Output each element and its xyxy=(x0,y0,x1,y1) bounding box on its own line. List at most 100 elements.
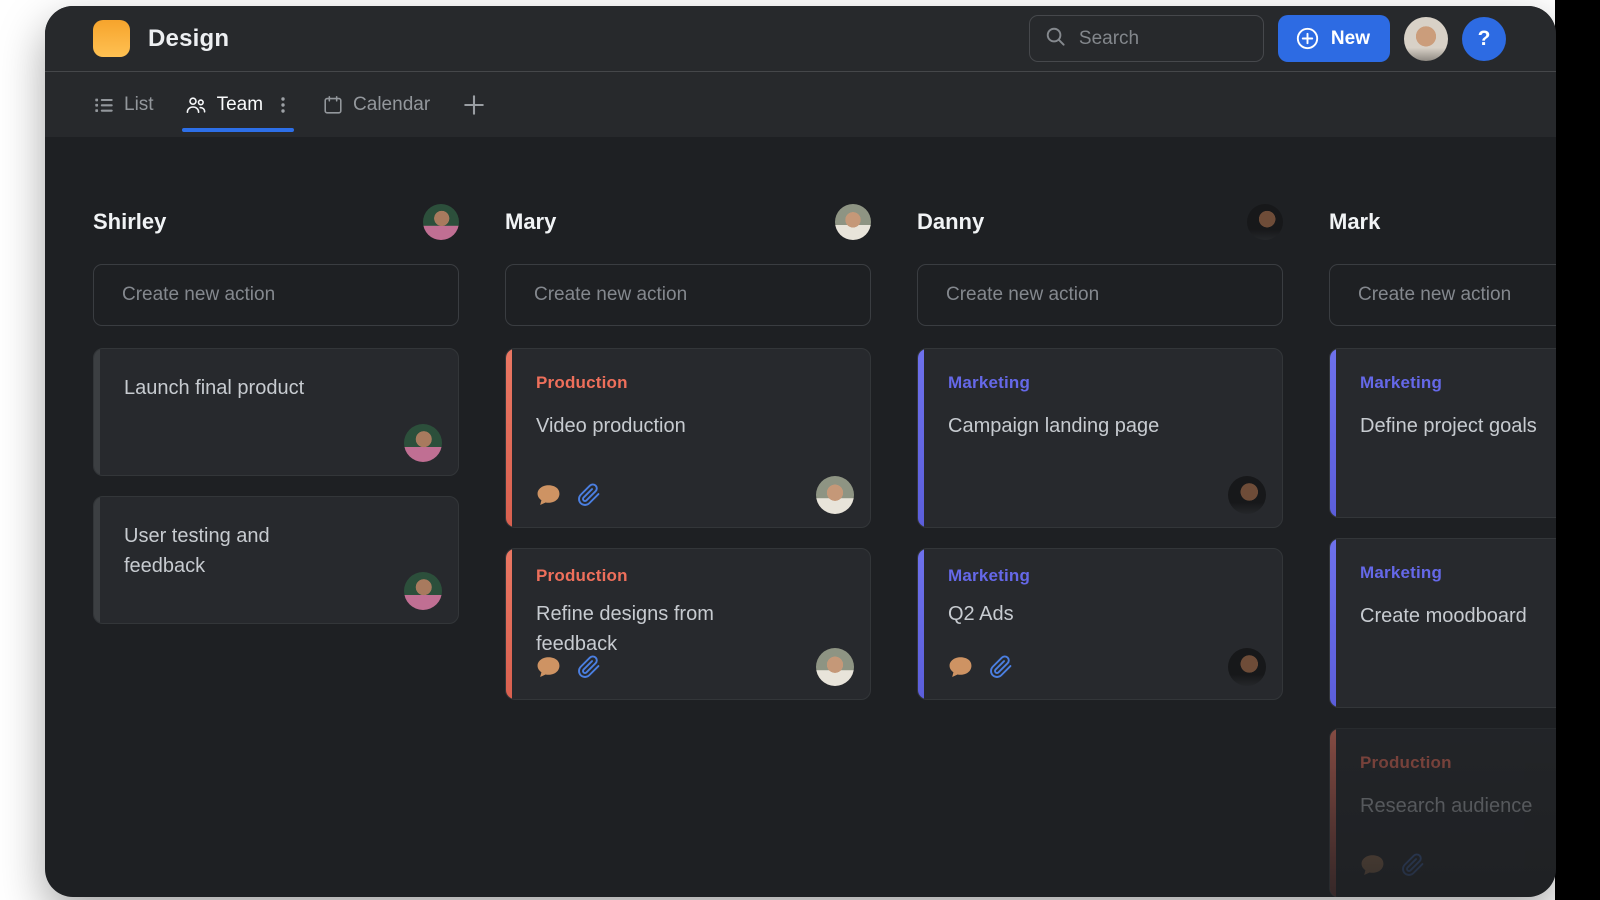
search-box[interactable] xyxy=(1029,15,1264,62)
column-name: Shirley xyxy=(93,209,166,235)
tab-calendar[interactable]: Calendar xyxy=(322,72,430,137)
attachment-icon xyxy=(1401,853,1425,877)
tab-team-label: Team xyxy=(217,95,263,114)
task-card[interactable]: Production Refine designs from feedback xyxy=(505,548,871,700)
column-header: Danny xyxy=(917,202,1283,242)
comment-icon xyxy=(536,484,561,507)
card-indicators xyxy=(948,655,1013,679)
attachment-icon xyxy=(989,655,1013,679)
card-group-label: Production xyxy=(1360,753,1556,773)
view-tab-bar: List Team xyxy=(45,72,1556,137)
tab-list[interactable]: List xyxy=(93,72,154,137)
attachment-icon xyxy=(577,655,601,679)
column-avatar xyxy=(423,204,459,240)
create-action-input[interactable] xyxy=(917,264,1283,326)
assignee-avatar xyxy=(1228,648,1266,686)
column-name: Danny xyxy=(917,209,984,235)
plus-circle-icon xyxy=(1294,25,1321,52)
board-logo-icon xyxy=(93,20,130,57)
card-title: Define project goals xyxy=(1360,411,1556,441)
card-indicators xyxy=(1360,853,1425,877)
create-action-input[interactable] xyxy=(505,264,871,326)
card-group-label: Marketing xyxy=(948,566,1254,586)
card-group-label: Marketing xyxy=(1360,563,1556,583)
task-card[interactable]: Marketing Define project goals xyxy=(1329,348,1556,518)
help-button[interactable]: ? xyxy=(1462,17,1506,61)
plus-icon xyxy=(460,91,488,119)
card-accent-bar xyxy=(918,549,924,699)
calendar-view-icon xyxy=(322,94,344,116)
search-input[interactable] xyxy=(1077,27,1249,51)
add-view-button[interactable] xyxy=(460,91,488,119)
card-title: Q2 Ads xyxy=(948,599,1180,629)
task-card[interactable]: Production Research audience xyxy=(1329,728,1556,897)
card-accent-bar xyxy=(506,349,512,527)
tab-options-icon[interactable] xyxy=(274,94,292,116)
list-view-icon xyxy=(93,94,115,116)
column-mark: Mark Marketing Define project goals Mark… xyxy=(1329,202,1556,897)
card-list: Marketing Define project goals Marketing… xyxy=(1329,348,1556,897)
task-card[interactable]: Launch final product xyxy=(93,348,459,476)
attachment-icon xyxy=(577,483,601,507)
card-group-label: Production xyxy=(536,566,842,586)
card-list: Launch final product User testing and fe… xyxy=(93,348,459,624)
column-name: Mary xyxy=(505,209,556,235)
tab-calendar-label: Calendar xyxy=(353,95,430,114)
task-card[interactable]: Production Video production xyxy=(505,348,871,528)
column-avatar xyxy=(1247,204,1283,240)
task-card[interactable]: Marketing Campaign landing page xyxy=(917,348,1283,528)
comment-icon xyxy=(536,656,561,679)
team-board: Shirley Launch final product User testin… xyxy=(45,138,1556,897)
tab-team[interactable]: Team xyxy=(184,72,292,137)
card-title: User testing and feedback xyxy=(124,521,356,581)
board-title: Design xyxy=(148,25,229,53)
task-card[interactable]: Marketing Create moodboard xyxy=(1329,538,1556,708)
assignee-avatar xyxy=(404,424,442,462)
card-title: Refine designs from feedback xyxy=(536,599,768,659)
comment-icon xyxy=(948,656,973,679)
card-title: Campaign landing page xyxy=(948,411,1180,441)
app-window: Design New ? xyxy=(45,6,1556,897)
column-name: Mark xyxy=(1329,209,1380,235)
assignee-avatar xyxy=(404,572,442,610)
card-accent-bar xyxy=(918,349,924,527)
tab-list-label: List xyxy=(124,95,154,114)
assignee-avatar xyxy=(1228,476,1266,514)
card-accent-bar xyxy=(94,349,100,475)
task-card[interactable]: Marketing Q2 Ads xyxy=(917,548,1283,700)
user-avatar[interactable] xyxy=(1404,17,1448,61)
column-shirley: Shirley Launch final product User testin… xyxy=(93,202,459,897)
card-group-label: Marketing xyxy=(1360,373,1556,393)
column-danny: Danny Marketing Campaign landing page Ma… xyxy=(917,202,1283,897)
new-button[interactable]: New xyxy=(1278,15,1390,62)
create-action-input[interactable] xyxy=(93,264,459,326)
team-view-icon xyxy=(184,93,208,117)
assignee-avatar xyxy=(816,648,854,686)
card-accent-bar xyxy=(1330,349,1336,517)
card-indicators xyxy=(536,483,601,507)
card-title: Video production xyxy=(536,411,768,441)
card-indicators xyxy=(536,655,601,679)
card-title: Research audience xyxy=(1360,791,1556,821)
search-icon xyxy=(1044,25,1067,53)
active-tab-underline xyxy=(182,128,294,132)
app-header: Design New ? xyxy=(45,6,1556,72)
card-list: Production Video production xyxy=(505,348,871,700)
create-action-input[interactable] xyxy=(1329,264,1556,326)
assignee-avatar xyxy=(816,476,854,514)
card-accent-bar xyxy=(1330,729,1336,897)
header-actions: New ? xyxy=(1029,15,1506,62)
column-header: Mark xyxy=(1329,202,1556,242)
card-accent-bar xyxy=(506,549,512,699)
card-accent-bar xyxy=(1330,539,1336,707)
column-header: Shirley xyxy=(93,202,459,242)
card-group-label: Marketing xyxy=(948,373,1254,393)
card-list: Marketing Campaign landing page Marketin… xyxy=(917,348,1283,700)
card-accent-bar xyxy=(94,497,100,623)
comment-icon xyxy=(1360,854,1385,877)
task-card[interactable]: User testing and feedback xyxy=(93,496,459,624)
new-button-label: New xyxy=(1331,28,1370,50)
card-group-label: Production xyxy=(536,373,842,393)
background-bleed xyxy=(1555,0,1600,900)
column-mary: Mary Production Video production xyxy=(505,202,871,897)
